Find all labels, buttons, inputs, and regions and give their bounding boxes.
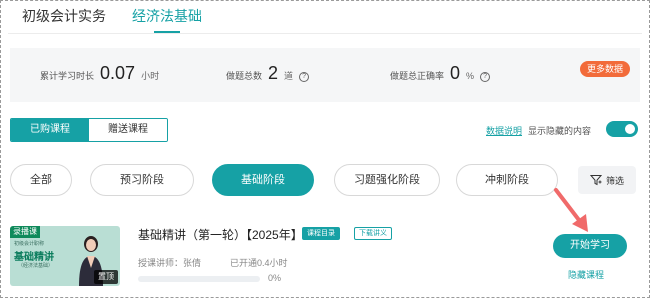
stage-tab-practice[interactable]: 习题强化阶段 — [334, 164, 440, 196]
course-title[interactable]: 基础精讲（第一轮）【2025年】 — [138, 226, 303, 243]
course-thumbnail[interactable]: 录播课 初级会计职称 基础精讲 （经济法基础） 置顶 — [10, 226, 120, 286]
course-catalog-tag[interactable]: 课程目录 — [302, 227, 340, 240]
stage-tabs: 全部 预习阶段 基础阶段 习题强化阶段 冲刺阶段 — [10, 164, 570, 198]
stat-study-time: 累计学习时长 0.07 小时 — [40, 62, 159, 84]
stat-accuracy-label: 做题总正确率 — [390, 71, 445, 81]
stage-tab-sprint[interactable]: 冲刺阶段 — [456, 164, 558, 196]
more-data-button[interactable]: 更多数据 — [580, 61, 631, 77]
help-icon[interactable]: ? — [480, 72, 491, 82]
stat-total-questions-label: 做题总数 — [226, 71, 263, 81]
tab-gifted-courses[interactable]: 赠送课程 — [89, 119, 167, 141]
tab-subject-economic-law[interactable]: 经济法基础 — [132, 6, 202, 34]
toggle-knob — [625, 124, 635, 134]
stage-tab-preview[interactable]: 预习阶段 — [90, 164, 194, 196]
stat-study-time-value: 0.07 — [100, 63, 136, 83]
stage-tab-foundation[interactable]: 基础阶段 — [212, 164, 314, 196]
stat-total-questions-value: 2 — [268, 63, 279, 83]
show-hidden-label: 显示隐藏的内容 — [528, 126, 592, 136]
thumbnail-title: 基础精讲 — [14, 252, 54, 263]
stat-accuracy-unit: % — [466, 71, 475, 81]
course-opened-time: 已开通0.4小时 — [230, 258, 288, 268]
stat-study-time-unit: 小时 — [141, 71, 160, 81]
filter-icon — [589, 175, 602, 186]
tabs-divider — [8, 33, 642, 34]
tab-purchased-courses[interactable]: 已购课程 — [11, 119, 89, 141]
course-progress-bar — [138, 276, 260, 282]
stat-study-time-label: 累计学习时长 — [40, 71, 95, 81]
subject-tabs: 初级会计实务 经济法基础 — [22, 6, 202, 34]
filter-label: 筛选 — [605, 175, 624, 186]
help-icon[interactable]: ? — [299, 72, 310, 82]
stat-total-questions: 做题总数 2 道 ? — [226, 62, 310, 84]
annotation-arrow-icon — [554, 188, 588, 232]
pin-top-badge[interactable]: 置顶 — [94, 270, 118, 284]
stat-accuracy: 做题总正确率 0 % ? — [390, 62, 491, 84]
hide-course-link[interactable]: 隐藏课程 — [568, 268, 604, 281]
show-hidden-toggle[interactable] — [606, 121, 638, 137]
recorded-badge: 录播课 — [10, 226, 40, 238]
thumbnail-line2: （经济法基础） — [18, 263, 54, 269]
thumbnail-line1: 初级会计职称 — [14, 241, 45, 247]
stat-accuracy-value: 0 — [450, 63, 461, 83]
stat-total-questions-unit: 道 — [284, 71, 294, 81]
course-progress-text: 0% — [268, 273, 282, 283]
purchase-type-switch: 已购课程 赠送课程 — [10, 118, 168, 142]
tab-subject-accounting[interactable]: 初级会计实务 — [22, 6, 106, 32]
data-explain-link[interactable]: 数据说明 — [486, 124, 522, 137]
start-learning-button[interactable]: 开始学习 — [553, 234, 627, 258]
download-handout-tag[interactable]: 下载讲义 — [354, 227, 392, 240]
stats-panel: 累计学习时长 0.07 小时 做题总数 2 道 ? 做题总正确率 0 % ? 更… — [10, 48, 640, 102]
course-teacher: 授课讲师：张倩 — [138, 258, 202, 268]
stage-tab-all[interactable]: 全部 — [10, 164, 72, 196]
